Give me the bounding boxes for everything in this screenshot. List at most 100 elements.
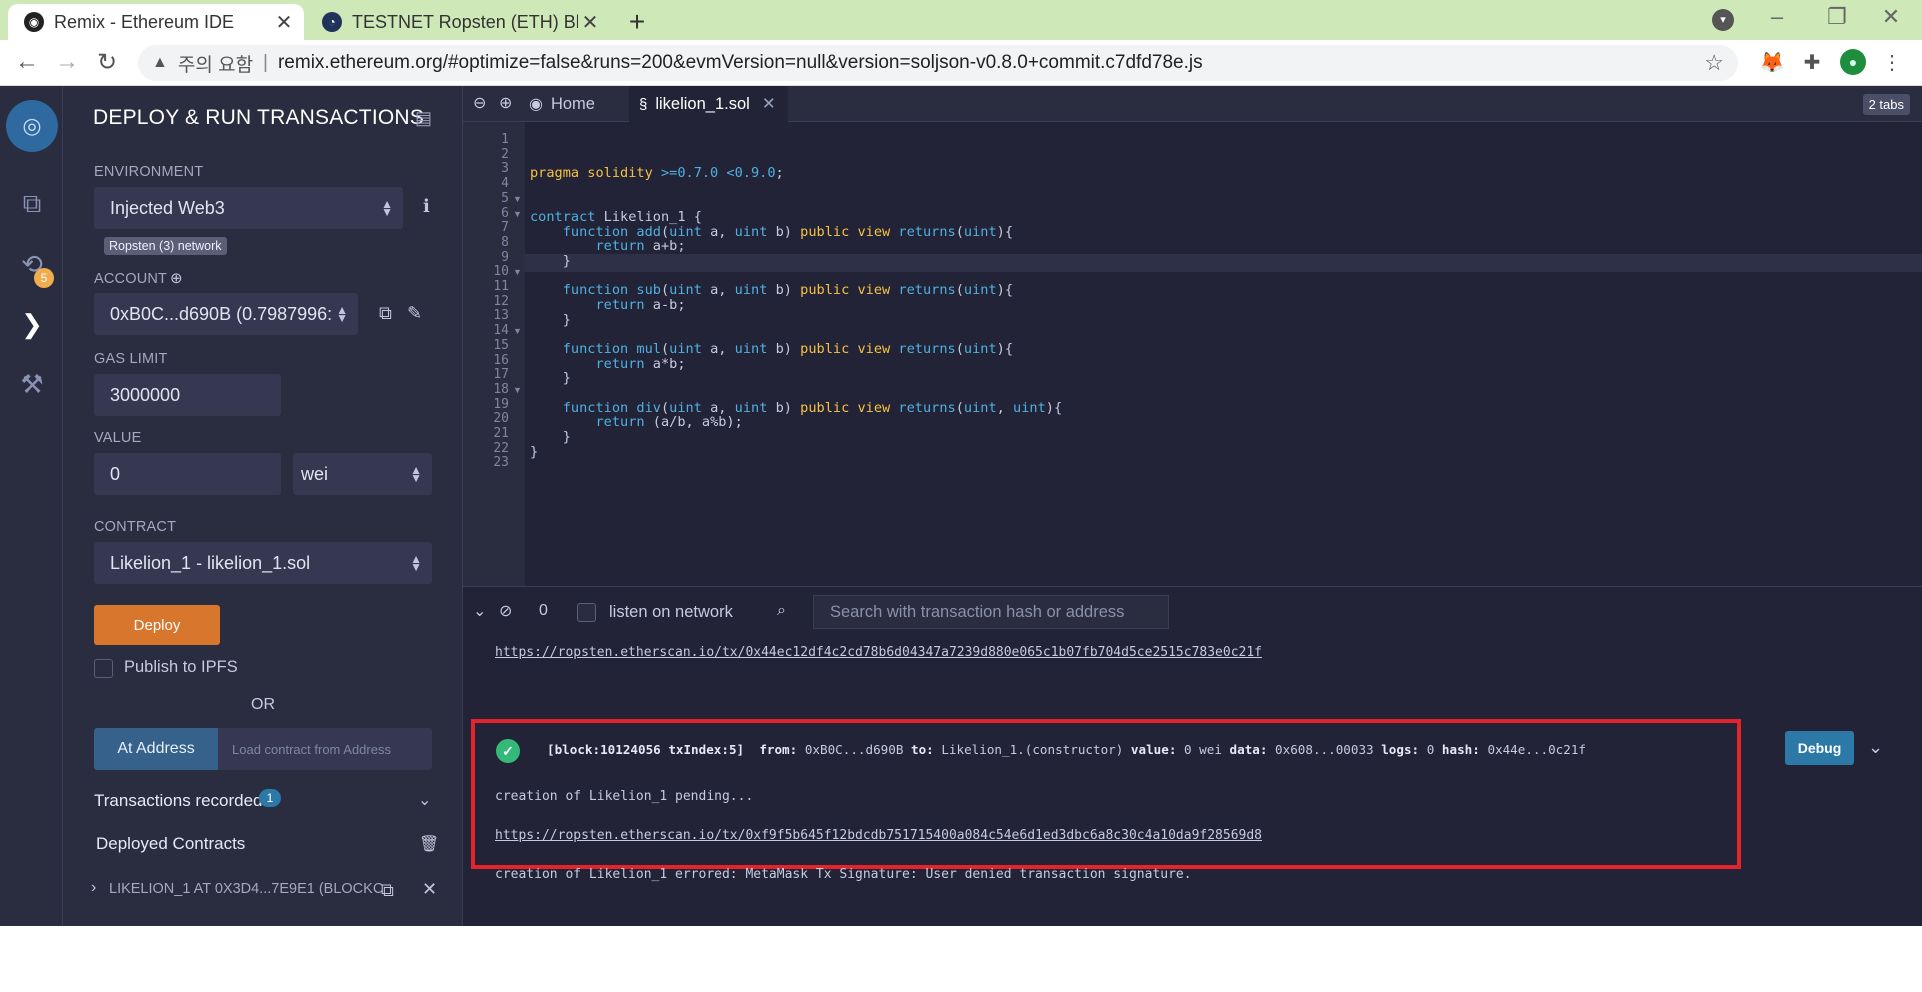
at-address-button[interactable]: At Address bbox=[94, 728, 218, 770]
remix-home-icon: ◉ bbox=[529, 96, 543, 113]
code-line-8: } bbox=[530, 253, 571, 269]
tab-search-icon[interactable]: ▾ bbox=[1712, 9, 1734, 31]
trash-icon[interactable]: 🗑 bbox=[419, 834, 439, 854]
edit-icon[interactable]: ✎ bbox=[407, 303, 422, 324]
deploy-run-icon[interactable]: ❯ bbox=[14, 306, 50, 342]
clear-console-icon[interactable]: ⊘ bbox=[499, 601, 512, 621]
line-number: 14 bbox=[493, 323, 509, 339]
gas-limit-input[interactable]: 3000000 bbox=[94, 374, 281, 416]
tx-hash: 0x44e...0c21f bbox=[1487, 742, 1587, 757]
environment-select[interactable]: Injected Web3 ▲ ▼ bbox=[94, 187, 403, 229]
chevron-down-icon[interactable]: ⌄ bbox=[418, 790, 431, 810]
file-explorer-icon[interactable]: ⧉ bbox=[14, 186, 50, 222]
remove-instance-icon[interactable]: ✕ bbox=[422, 879, 437, 900]
browser-tab-etherscan[interactable]: ◔ TESTNET Ropsten (ETH) Blockch ✕ bbox=[306, 4, 610, 40]
tab-file-label: likelion_1.sol bbox=[655, 94, 750, 113]
tab-likelion-sol[interactable]: § likelion_1.sol ✕ bbox=[629, 86, 788, 122]
minimize-icon[interactable]: – bbox=[1762, 4, 1792, 30]
documentation-icon[interactable]: ▤ bbox=[415, 108, 432, 129]
transaction-summary[interactable]: [block:10124056 txIndex:5] from: 0xB0C..… bbox=[547, 742, 1586, 757]
code-line-12: } bbox=[530, 312, 571, 328]
environment-label: ENVIRONMENT bbox=[94, 164, 204, 180]
chevron-right-icon[interactable]: › bbox=[91, 879, 96, 897]
at-address-input[interactable]: Load contract from Address bbox=[218, 728, 432, 770]
tab-home[interactable]: ◉ Home bbox=[523, 86, 609, 122]
fold-arrow-icon[interactable]: ▼ bbox=[513, 385, 522, 395]
restore-icon[interactable]: ❐ bbox=[1822, 4, 1852, 30]
close-tab-icon[interactable]: ✕ bbox=[762, 94, 776, 114]
select-caret-icon: ▲ ▼ bbox=[381, 197, 393, 219]
zoom-in-icon[interactable]: ⊕ bbox=[499, 93, 512, 113]
security-warning-text[interactable]: 주의 요함 bbox=[178, 50, 253, 77]
add-account-icon[interactable]: ⊕ bbox=[170, 269, 183, 287]
browser-tab-remix[interactable]: ◉ Remix - Ethereum IDE ✕ bbox=[8, 4, 304, 40]
transactions-recorded-label[interactable]: Transactions recorded bbox=[94, 791, 263, 811]
line-number: 17 bbox=[493, 367, 509, 383]
line-number: 23 bbox=[493, 455, 509, 471]
back-icon[interactable]: ← bbox=[12, 48, 42, 76]
tx-value-label: value: bbox=[1130, 742, 1177, 757]
chevron-down-icon[interactable]: ⌄ bbox=[1868, 737, 1883, 758]
pending-message: creation of Likelion_1 pending... bbox=[495, 789, 754, 804]
remix-logo-icon[interactable]: ◎ bbox=[6, 100, 58, 152]
browser-tab-bar: ◉ Remix - Ethereum IDE ✕ ◔ TESTNET Ropst… bbox=[0, 0, 1922, 40]
editor-tab-bar: ⊖ ⊕ ◉ Home § likelion_1.sol ✕ 2 tabs bbox=[463, 86, 1922, 122]
transactions-count-badge: 1 bbox=[259, 789, 281, 807]
zoom-out-icon[interactable]: ⊖ bbox=[473, 93, 486, 113]
deploy-button[interactable]: Deploy bbox=[94, 605, 220, 645]
metamask-fox-icon[interactable]: 🦊 bbox=[1758, 49, 1786, 77]
browser-tab-label: Remix - Ethereum IDE bbox=[54, 11, 235, 32]
line-number: 18 bbox=[493, 381, 509, 397]
forward-icon[interactable]: → bbox=[52, 48, 82, 76]
plugin-manager-icon[interactable]: ⚒ bbox=[14, 366, 50, 402]
tabs-count-dropdown[interactable]: 2 tabs bbox=[1862, 94, 1910, 115]
debug-button[interactable]: Debug bbox=[1785, 731, 1854, 765]
icon-panel: ◎ ⧉ ⟲ 5 ❯ ⚒ bbox=[0, 86, 63, 926]
collapse-terminal-icon[interactable]: ⌄ bbox=[473, 601, 486, 621]
close-tab-icon[interactable]: ✕ bbox=[272, 10, 296, 35]
new-tab-button[interactable]: + bbox=[622, 6, 652, 38]
browser-tab-label: TESTNET Ropsten (ETH) Blockch bbox=[352, 11, 578, 32]
value-input[interactable]: 0 bbox=[94, 453, 281, 495]
window-close-icon[interactable]: ✕ bbox=[1876, 4, 1906, 30]
browser-menu-icon[interactable]: ⋮ bbox=[1878, 49, 1906, 77]
value-unit-select[interactable]: wei ▲ ▼ bbox=[293, 453, 432, 495]
etherscan-link[interactable]: https://ropsten.etherscan.io/tx/0x44ec12… bbox=[495, 645, 1262, 660]
value-unit: wei bbox=[301, 463, 329, 484]
line-number: 5 bbox=[501, 190, 509, 206]
tx-value: 0 wei bbox=[1184, 742, 1222, 757]
publish-ipfs-checkbox[interactable] bbox=[94, 659, 113, 678]
listen-network-checkbox[interactable] bbox=[577, 603, 596, 622]
select-caret-icon: ▲ ▼ bbox=[410, 463, 422, 485]
fold-arrow-icon[interactable]: ▼ bbox=[513, 209, 522, 219]
extensions-puzzle-icon[interactable]: ✚ bbox=[1798, 49, 1826, 77]
address-bar[interactable]: ▲ 주의 요함 | remix.ethereum.org/#optimize=f… bbox=[138, 45, 1738, 81]
copy-address-icon[interactable]: ⧉ bbox=[381, 880, 394, 901]
contract-select[interactable]: Likelion_1 - likelion_1.sol ▲ ▼ bbox=[94, 542, 432, 584]
warning-icon[interactable]: ▲ bbox=[152, 54, 168, 72]
etherscan-link-pending[interactable]: https://ropsten.etherscan.io/tx/0xf9f5b6… bbox=[495, 828, 1262, 843]
info-icon[interactable]: ℹ bbox=[423, 196, 430, 217]
value-label: VALUE bbox=[94, 430, 142, 446]
profile-avatar-icon[interactable]: ● bbox=[1840, 49, 1868, 77]
account-select[interactable]: 0xB0C...d690B (0.7987996: ▲ ▼ bbox=[94, 293, 358, 335]
url-text[interactable]: remix.ethereum.org/#optimize=false&runs=… bbox=[278, 52, 1203, 74]
reload-icon[interactable]: ↻ bbox=[92, 48, 122, 77]
tx-block: [block:10124056 txIndex:5] bbox=[547, 742, 745, 757]
fold-arrow-icon[interactable]: ▼ bbox=[513, 326, 522, 336]
line-number: 16 bbox=[493, 352, 509, 368]
code-editor[interactable]: pragma solidity >=0.7.0 <0.9.0; contract… bbox=[530, 122, 1062, 460]
fold-arrow-icon[interactable]: ▼ bbox=[513, 267, 522, 277]
line-number: 2 bbox=[501, 146, 509, 162]
code-line-16: } bbox=[530, 370, 571, 386]
deployed-contract-item[interactable]: LIKELION_1 AT 0X3D4...7E9E1 (BLOCKC bbox=[109, 881, 383, 897]
transaction-search-input[interactable]: Search with transaction hash or address bbox=[813, 595, 1169, 629]
fold-arrow-icon[interactable]: ▼ bbox=[513, 194, 522, 204]
bookmark-star-icon[interactable]: ☆ bbox=[1704, 50, 1724, 76]
panel-title: DEPLOY & RUN TRANSACTIONS bbox=[93, 106, 424, 129]
copy-icon[interactable]: ⧉ bbox=[379, 303, 392, 324]
close-tab-icon[interactable]: ✕ bbox=[578, 10, 602, 35]
account-value: 0xB0C...d690B (0.7987996: bbox=[110, 303, 333, 324]
tx-hash-label: hash: bbox=[1441, 742, 1480, 757]
tx-logs: 0 bbox=[1426, 742, 1435, 757]
